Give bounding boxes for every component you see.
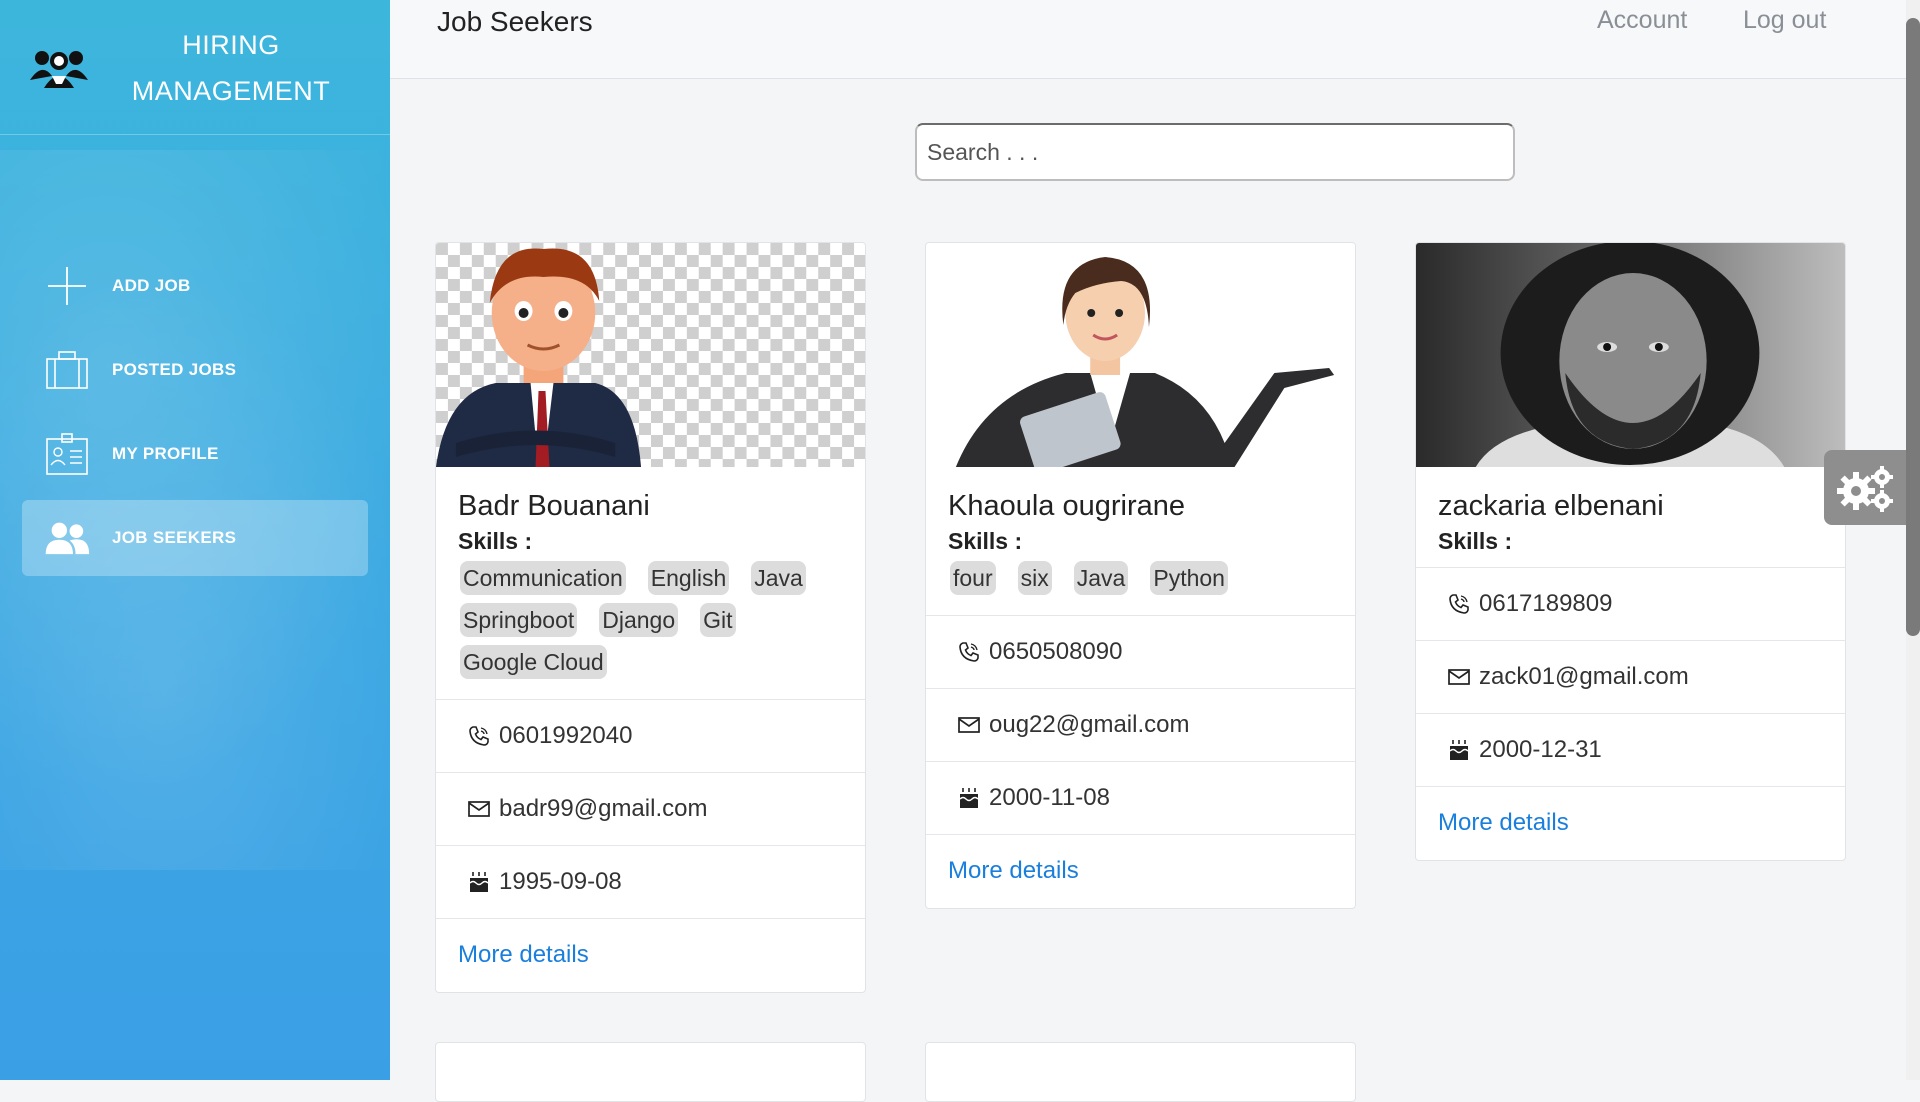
skill-badge: Google Cloud: [460, 644, 607, 679]
cake-icon: [956, 785, 982, 811]
more-details-link[interactable]: More details: [926, 833, 1355, 908]
skills-label: Skills :: [1438, 527, 1513, 554]
card-body: Badr Bouanani Skills : Communication Eng…: [436, 467, 865, 699]
seeker-avatar-image: [1416, 243, 1845, 467]
card-body: zackaria elbenani Skills :: [1416, 467, 1845, 567]
seeker-avatar-image: [926, 243, 1355, 467]
top-header: Job Seekers Account Log out: [390, 0, 1906, 79]
more-details-link[interactable]: More details: [1416, 785, 1845, 860]
skill-badge: Springboot: [460, 602, 578, 637]
settings-tab[interactable]: [1824, 450, 1908, 525]
sidebar: HIRING MANAGEMENT ADD JOB POSTED JOBS MY…: [0, 0, 390, 1080]
email-address: badr99@gmail.com: [499, 794, 708, 822]
envelope-icon: [466, 796, 492, 822]
skills-list: Communication English Java Springboot Dj…: [458, 560, 843, 687]
skill-badge: Java: [1073, 560, 1129, 595]
sidebar-item-label: POSTED JOBS: [112, 360, 237, 379]
birthdate: 2000-11-08: [989, 783, 1110, 811]
cake-icon: [1446, 737, 1472, 763]
birthdate: 2000-12-31: [1479, 735, 1602, 763]
skills-list: four six Java Python: [948, 560, 1333, 603]
skill-badge: Git: [700, 602, 736, 637]
email-address: oug22@gmail.com: [989, 710, 1190, 738]
envelope-icon: [956, 712, 982, 738]
briefcase-icon: [44, 347, 90, 393]
phone-number: 0617189809: [1479, 589, 1613, 617]
phone-row: 0617189809: [1416, 566, 1845, 640]
envelope-icon: [1446, 664, 1472, 690]
gears-icon: [1837, 465, 1893, 512]
seeker-card: zackaria elbenani Skills : 0617189809 za…: [1415, 242, 1846, 861]
users-icon: [44, 515, 90, 561]
id-badge-icon: [44, 431, 90, 477]
sidebar-item-my-profile[interactable]: MY PROFILE: [22, 416, 368, 492]
phone-icon: [1446, 591, 1472, 617]
brand: HIRING MANAGEMENT: [0, 0, 390, 135]
sidebar-item-label: ADD JOB: [112, 276, 191, 295]
card-body: Khaoula ougrirane Skills : four six Java…: [926, 467, 1355, 615]
phone-row: 0601992040: [436, 698, 865, 772]
birthdate-row: 2000-12-31: [1416, 712, 1845, 786]
birthdate: 1995-09-08: [499, 867, 622, 895]
sidebar-item-label: MY PROFILE: [112, 444, 219, 463]
seeker-card-partial: [435, 1042, 866, 1102]
seeker-card: Badr Bouanani Skills : Communication Eng…: [435, 242, 866, 993]
sidebar-item-label: JOB SEEKERS: [112, 528, 237, 547]
skills-label: Skills :: [948, 527, 1023, 554]
skill-badge: English: [647, 560, 730, 595]
email-row: badr99@gmail.com: [436, 771, 865, 845]
account-link[interactable]: Account: [1597, 6, 1687, 35]
sidebar-item-job-seekers[interactable]: JOB SEEKERS: [22, 500, 368, 576]
phone-number: 0650508090: [989, 637, 1123, 665]
birthdate-row: 2000-11-08: [926, 760, 1355, 834]
seeker-name: Khaoula ougrirane: [948, 490, 1186, 522]
people-group-icon: [30, 51, 88, 88]
seeker-card: Khaoula ougrirane Skills : four six Java…: [925, 242, 1356, 909]
phone-icon: [466, 723, 492, 749]
phone-icon: [956, 639, 982, 665]
search-input[interactable]: [915, 123, 1515, 181]
birthdate-row: 1995-09-08: [436, 844, 865, 918]
email-row: zack01@gmail.com: [1416, 639, 1845, 713]
logout-link[interactable]: Log out: [1743, 6, 1826, 35]
skills-label: Skills :: [458, 527, 533, 554]
seeker-name: zackaria elbenani: [1438, 490, 1664, 522]
phone-number: 0601992040: [499, 721, 633, 749]
more-details-link[interactable]: More details: [436, 917, 865, 992]
skill-badge: Django: [599, 602, 679, 637]
seeker-avatar-image: [436, 243, 865, 467]
seeker-card-partial: [925, 1042, 1356, 1102]
skill-badge: Java: [751, 560, 806, 595]
sidebar-item-posted-jobs[interactable]: POSTED JOBS: [22, 332, 368, 408]
brand-title: HIRING MANAGEMENT: [120, 22, 342, 114]
skill-badge: six: [1017, 560, 1052, 595]
brand-line-1: HIRING: [182, 30, 280, 60]
cake-icon: [466, 869, 492, 895]
email-address: zack01@gmail.com: [1479, 662, 1689, 690]
seeker-name: Badr Bouanani: [458, 490, 650, 522]
sidebar-item-add-job[interactable]: ADD JOB: [22, 248, 368, 324]
phone-row: 0650508090: [926, 614, 1355, 688]
skill-badge: four: [950, 560, 996, 595]
brand-line-2: MANAGEMENT: [131, 76, 331, 106]
skill-badge: Python: [1150, 560, 1228, 595]
scrollbar-thumb[interactable]: [1906, 18, 1920, 636]
page-title: Job Seekers: [437, 6, 593, 37]
plus-icon: [44, 263, 90, 309]
skill-badge: Communication: [460, 560, 626, 595]
email-row: oug22@gmail.com: [926, 687, 1355, 761]
